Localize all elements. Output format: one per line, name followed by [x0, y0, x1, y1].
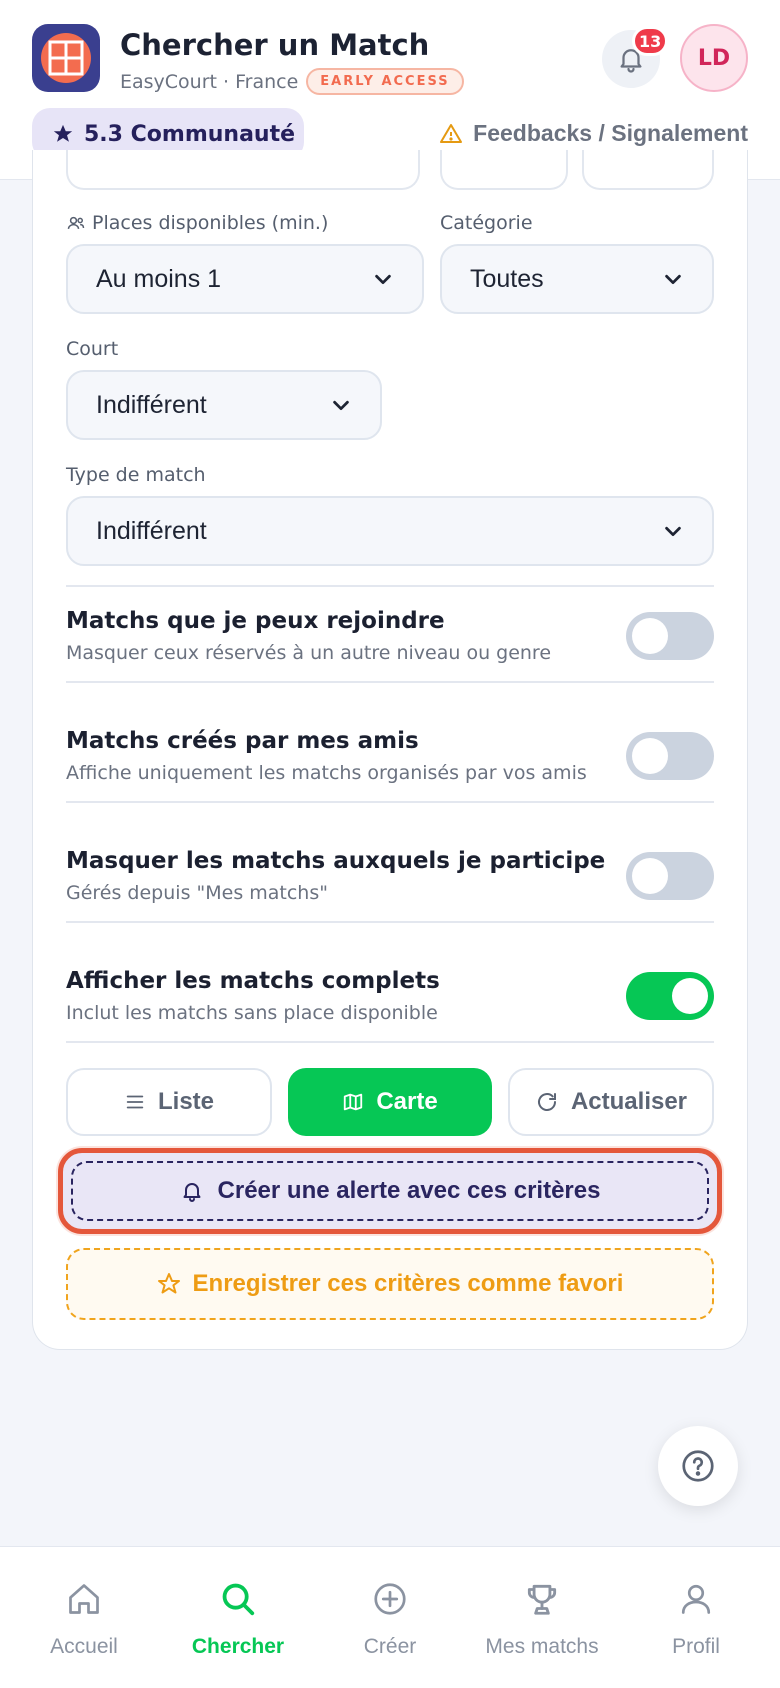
- list-view-label: Liste: [157, 1088, 214, 1115]
- toggle-knob: [632, 618, 668, 654]
- divider: [66, 681, 714, 683]
- toggle-desc-hide-participating: Gérés depuis "Mes matchs": [66, 882, 328, 904]
- map-view-button[interactable]: Carte: [288, 1068, 492, 1136]
- map-view-label: Carte: [376, 1088, 438, 1115]
- divider: [66, 585, 714, 587]
- toggle-title-joinable: Matchs que je peux rejoindre: [66, 608, 445, 634]
- places-value: Au moins 1: [96, 264, 222, 293]
- divider: [66, 1041, 714, 1043]
- toggle-title-hide-participating: Masquer les matchs auxquels je participe: [66, 848, 606, 874]
- list-icon: [126, 1095, 144, 1109]
- community-label: 5.3 Communauté: [84, 121, 296, 147]
- nav-item-search[interactable]: Chercher: [160, 1547, 316, 1688]
- feedback-link[interactable]: Feedbacks / Signalement: [439, 120, 748, 147]
- star-icon: [53, 124, 73, 142]
- partial-select[interactable]: [582, 150, 714, 190]
- create-alert-button[interactable]: Créer une alerte avec ces critères: [58, 1148, 722, 1234]
- nav-item-profile[interactable]: Profil: [618, 1547, 774, 1688]
- user-icon: [681, 1584, 711, 1614]
- chevron-down-icon: [665, 274, 681, 285]
- toggle-knob: [632, 738, 668, 774]
- refresh-label: Actualiser: [570, 1088, 688, 1115]
- help-icon: [682, 1450, 714, 1482]
- match-type-label: Type de match: [66, 464, 206, 486]
- app-location: EasyCourt · France: [120, 70, 299, 93]
- nav-home-label: Accueil: [50, 1635, 118, 1658]
- nav-item-my-matches[interactable]: Mes matchs: [464, 1547, 620, 1688]
- app-subtitle: EasyCourt · France EARLY ACCESS: [120, 68, 464, 95]
- category-select[interactable]: Toutes: [440, 244, 714, 314]
- star-outline-icon: [157, 1273, 180, 1294]
- nav-search-label: Chercher: [191, 1635, 285, 1658]
- court-value: Indifférent: [96, 390, 207, 419]
- page-title: Chercher un Match: [120, 28, 430, 62]
- category-label: Catégorie: [440, 212, 533, 234]
- toggle-desc-joinable: Masquer ceux réservés à un autre niveau …: [66, 642, 552, 664]
- nav-item-home[interactable]: Accueil: [6, 1547, 162, 1688]
- toggle-friends[interactable]: [626, 732, 714, 780]
- match-type-select[interactable]: Indifférent: [66, 496, 714, 566]
- bell-icon: [183, 1183, 201, 1202]
- create-alert-label: Créer une alerte avec ces critères: [217, 1177, 601, 1204]
- home-icon: [69, 1584, 99, 1614]
- early-access-badge: EARLY ACCESS: [306, 68, 464, 95]
- nav-profile-label: Profil: [672, 1635, 720, 1658]
- partial-select[interactable]: [66, 150, 420, 190]
- court-icon: [41, 33, 91, 83]
- court-select[interactable]: Indifférent: [66, 370, 382, 440]
- toggle-knob: [632, 858, 668, 894]
- refresh-button[interactable]: Actualiser: [508, 1068, 714, 1136]
- refresh-icon: [537, 1093, 556, 1111]
- nav-my-matches-label: Mes matchs: [485, 1635, 599, 1658]
- search-icon: [222, 1583, 255, 1616]
- trophy-icon: [527, 1584, 557, 1615]
- save-favorite-label: Enregistrer ces critères comme favori: [192, 1270, 624, 1297]
- nav-item-create[interactable]: Créer: [312, 1547, 468, 1688]
- chevron-down-icon: [375, 274, 391, 285]
- partial-select[interactable]: [440, 150, 568, 190]
- toggle-desc-friends: Affiche uniquement les matchs organisés …: [66, 762, 587, 784]
- nav-create-label: Créer: [363, 1635, 417, 1658]
- match-type-value: Indifférent: [96, 516, 207, 545]
- toggle-desc-show-full: Inclut les matchs sans place disponible: [66, 1002, 438, 1024]
- create-alert-inner: Créer une alerte avec ces critères: [71, 1161, 709, 1221]
- save-favorite-button[interactable]: Enregistrer ces critères comme favori: [66, 1248, 714, 1320]
- list-view-button[interactable]: Liste: [66, 1068, 272, 1136]
- toggle-knob: [672, 978, 708, 1014]
- notification-count-badge: 13: [632, 26, 669, 56]
- chevron-down-icon: [665, 526, 681, 537]
- court-label: Court: [66, 338, 119, 360]
- toggle-title-friends: Matchs créés par mes amis: [66, 728, 419, 754]
- help-button[interactable]: [658, 1426, 738, 1506]
- plus-circle-icon: [374, 1583, 406, 1615]
- users-icon: [67, 216, 85, 229]
- toggle-joinable[interactable]: [626, 612, 714, 660]
- places-select[interactable]: Au moins 1: [66, 244, 424, 314]
- category-value: Toutes: [470, 264, 544, 293]
- toggle-show-full[interactable]: [626, 972, 714, 1020]
- toggle-title-show-full: Afficher les matchs complets: [66, 968, 440, 994]
- map-icon: [344, 1093, 363, 1111]
- places-label-text: Places disponibles (min.): [92, 212, 329, 234]
- avatar[interactable]: LD: [680, 24, 748, 92]
- app-logo: [32, 24, 100, 92]
- chevron-down-icon: [333, 400, 349, 411]
- bottom-nav: Accueil Chercher Créer Mes matchs Profil: [0, 1546, 780, 1688]
- divider: [66, 801, 714, 803]
- places-label: Places disponibles (min.): [66, 212, 328, 234]
- feedback-label: Feedbacks / Signalement: [473, 120, 748, 146]
- divider: [66, 921, 714, 923]
- toggle-hide-participating[interactable]: [626, 852, 714, 900]
- warning-icon: [440, 123, 463, 143]
